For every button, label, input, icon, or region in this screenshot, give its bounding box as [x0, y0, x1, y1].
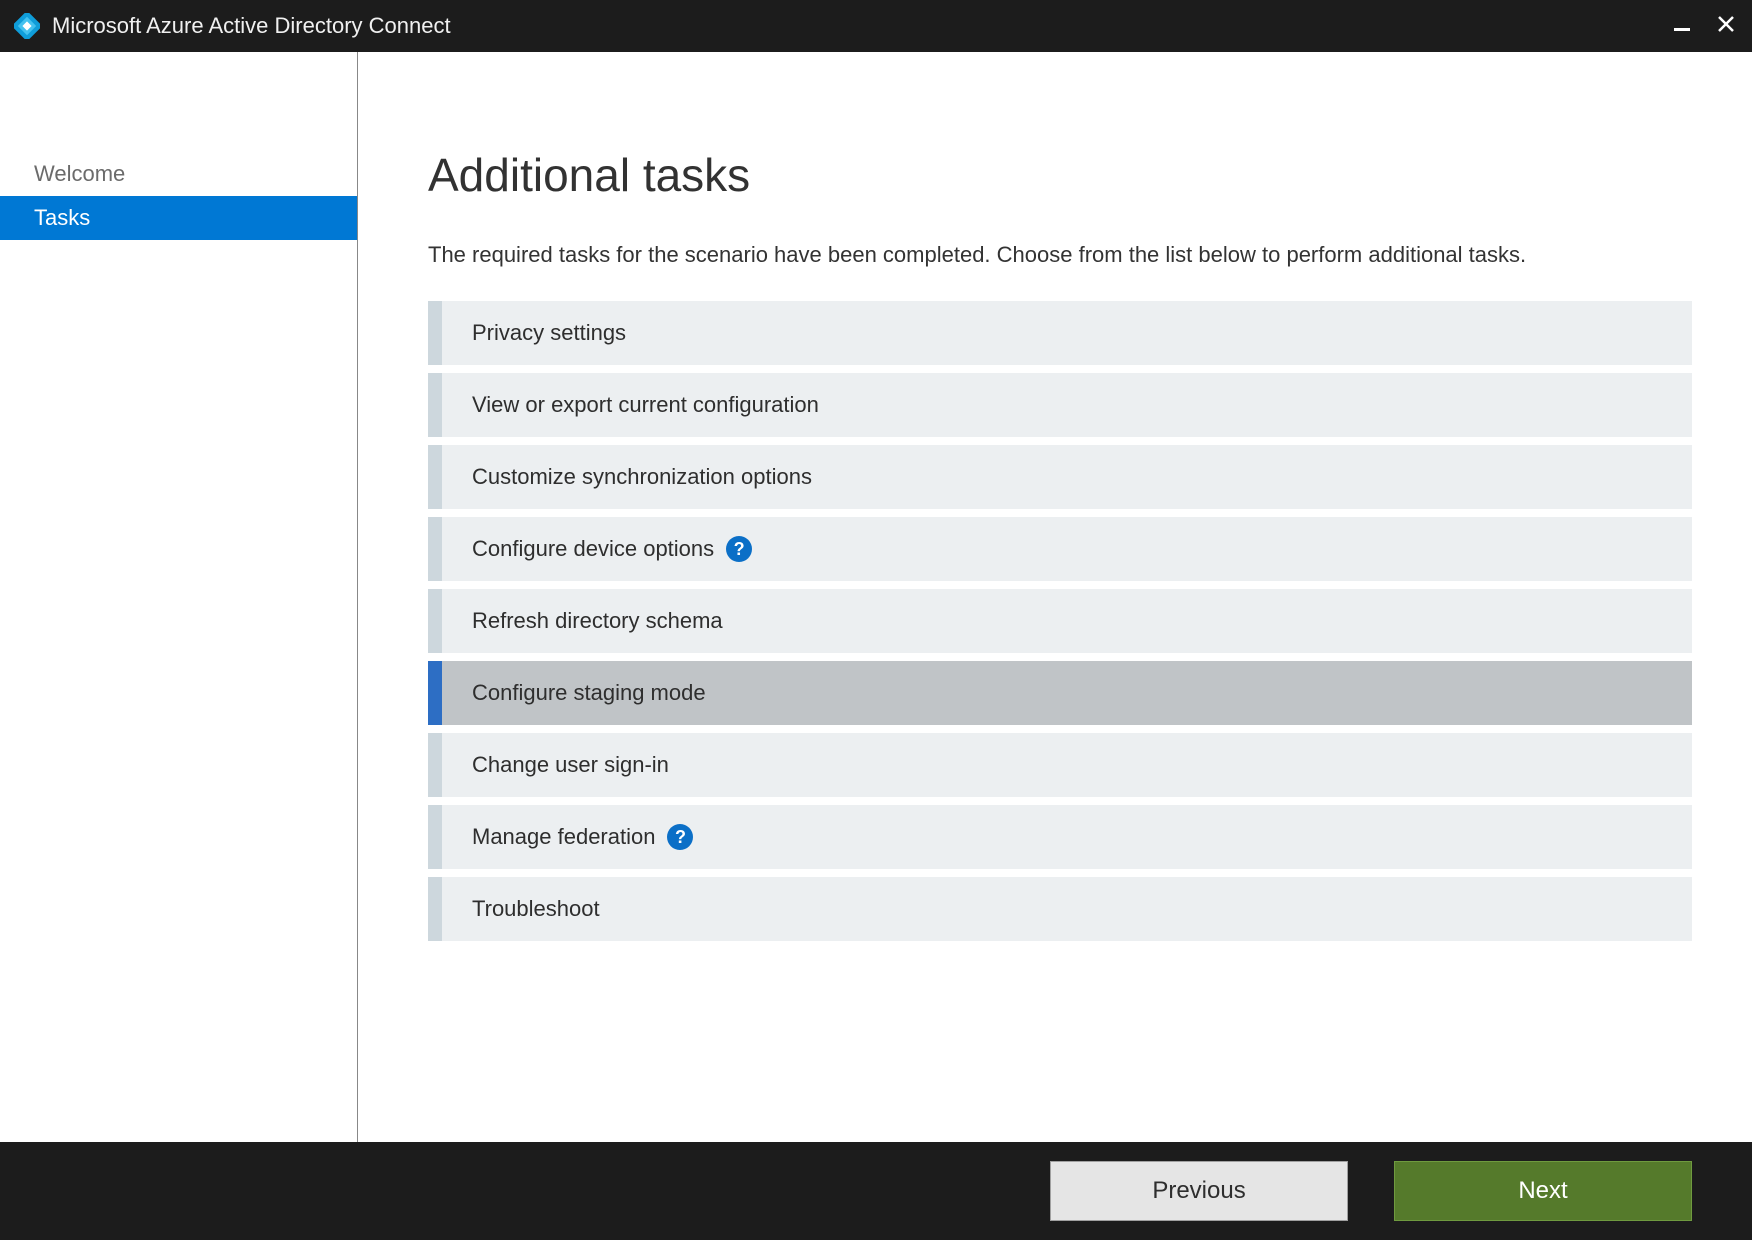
task-accent — [428, 661, 442, 725]
task-item[interactable]: Privacy settings — [428, 301, 1692, 365]
content: Additional tasks The required tasks for … — [358, 52, 1752, 1142]
task-accent — [428, 877, 442, 941]
task-item[interactable]: View or export current configuration — [428, 373, 1692, 437]
task-label: Troubleshoot — [472, 896, 600, 922]
help-icon[interactable]: ? — [667, 824, 693, 850]
task-accent — [428, 733, 442, 797]
task-label: Configure staging mode — [472, 680, 706, 706]
window-title: Microsoft Azure Active Directory Connect — [52, 13, 1674, 39]
main-area: Welcome Tasks Additional tasks The requir… — [0, 52, 1752, 1142]
azure-logo-icon — [14, 13, 40, 39]
task-accent — [428, 517, 442, 581]
task-label: Change user sign-in — [472, 752, 669, 778]
sidebar-item-label: Tasks — [34, 205, 90, 231]
task-list: Privacy settings View or export current c… — [428, 301, 1692, 941]
task-accent — [428, 301, 442, 365]
task-item[interactable]: Troubleshoot — [428, 877, 1692, 941]
task-item[interactable]: Refresh directory schema — [428, 589, 1692, 653]
task-item[interactable]: Configure staging mode — [428, 661, 1692, 725]
close-button[interactable] — [1718, 16, 1734, 37]
titlebar: Microsoft Azure Active Directory Connect — [0, 0, 1752, 52]
previous-button[interactable]: Previous — [1050, 1161, 1348, 1221]
task-accent — [428, 445, 442, 509]
sidebar-item-label: Welcome — [34, 161, 125, 187]
sidebar-item-welcome[interactable]: Welcome — [0, 152, 357, 196]
bottombar: Previous Next — [0, 1142, 1752, 1240]
sidebar-item-tasks[interactable]: Tasks — [0, 196, 357, 240]
task-item[interactable]: Change user sign-in — [428, 733, 1692, 797]
task-label: Configure device options — [472, 536, 714, 562]
window-controls — [1674, 16, 1734, 37]
task-item[interactable]: Manage federation? — [428, 805, 1692, 869]
task-item[interactable]: Configure device options? — [428, 517, 1692, 581]
task-label: Privacy settings — [472, 320, 626, 346]
task-accent — [428, 805, 442, 869]
next-button[interactable]: Next — [1394, 1161, 1692, 1221]
page-description: The required tasks for the scenario have… — [428, 238, 1692, 271]
task-item[interactable]: Customize synchronization options — [428, 445, 1692, 509]
task-label: Manage federation — [472, 824, 655, 850]
minimize-button[interactable] — [1674, 16, 1690, 37]
task-label: Customize synchronization options — [472, 464, 812, 490]
task-accent — [428, 373, 442, 437]
help-icon[interactable]: ? — [726, 536, 752, 562]
task-label: View or export current configuration — [472, 392, 819, 418]
page-title: Additional tasks — [428, 148, 1692, 202]
task-accent — [428, 589, 442, 653]
sidebar: Welcome Tasks — [0, 52, 358, 1142]
task-label: Refresh directory schema — [472, 608, 723, 634]
